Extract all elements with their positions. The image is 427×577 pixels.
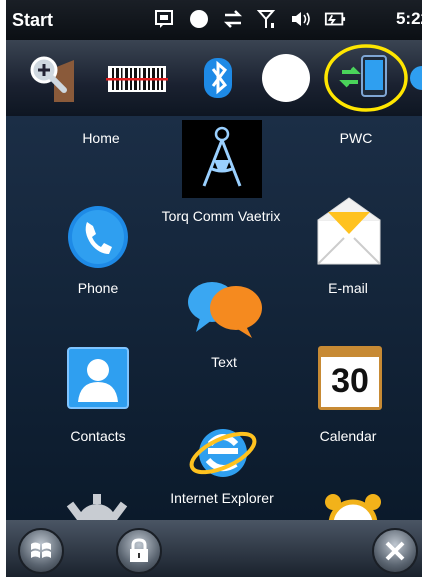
- gear-icon: [66, 494, 128, 520]
- record-icon[interactable]: [188, 8, 210, 30]
- tile-contacts[interactable]: Contacts: [58, 346, 138, 446]
- tile-pwc[interactable]: PWC: [316, 116, 396, 156]
- notification-icon[interactable]: [154, 8, 176, 30]
- circle-icon[interactable]: [258, 50, 314, 106]
- tile-text[interactable]: Text: [184, 278, 264, 378]
- bluetooth-icon[interactable]: [192, 50, 248, 106]
- tile-phone-label: Phone: [77, 280, 119, 296]
- app-grid: Home Torq Comm Vaetrix PWC Phone Text E-…: [6, 116, 422, 520]
- tile-pwc-label: PWC: [339, 130, 373, 146]
- calendar-day: 30: [331, 362, 369, 400]
- close-icon[interactable]: [372, 528, 418, 574]
- status-icons: [154, 8, 346, 30]
- battery-icon[interactable]: [324, 8, 346, 30]
- bottom-bar: [6, 520, 422, 577]
- tile-home-label: Home: [82, 130, 120, 146]
- tile-phone[interactable]: Phone: [58, 204, 138, 304]
- contact-icon: [67, 347, 129, 409]
- signal-icon[interactable]: [256, 8, 278, 30]
- compass-icon: [182, 120, 262, 198]
- phone-icon: [68, 206, 128, 268]
- quick-launch-toolbar: [6, 40, 422, 116]
- device-sync-icon[interactable]: [324, 44, 408, 112]
- tile-text-label: Text: [211, 354, 237, 370]
- tile-email[interactable]: E-mail: [308, 194, 388, 304]
- status-title[interactable]: Start: [12, 10, 53, 31]
- tile-torq-comm-vaetrix[interactable]: Torq Comm Vaetrix: [162, 120, 280, 230]
- volume-icon[interactable]: [290, 8, 312, 30]
- envelope-icon: [317, 197, 381, 265]
- status-bar: Start 5:22: [6, 0, 422, 40]
- zoom-icon[interactable]: [24, 50, 80, 106]
- calendar-icon: 30: [318, 346, 382, 410]
- tile-settings-partial[interactable]: [62, 494, 132, 520]
- tile-home[interactable]: Home: [46, 116, 156, 156]
- lock-icon[interactable]: [116, 528, 162, 574]
- status-time[interactable]: 5:22: [396, 9, 422, 29]
- tile-alarm-partial[interactable]: [318, 492, 388, 520]
- calendar-header: [321, 349, 379, 357]
- tile-internet-explorer[interactable]: Internet Explorer: [170, 420, 274, 520]
- tile-calendar[interactable]: 30 Calendar: [308, 346, 388, 446]
- messaging-icon: [188, 282, 262, 338]
- partial-icon[interactable]: [408, 50, 422, 106]
- internet-explorer-icon: [189, 429, 257, 477]
- tile-calendar-label: Calendar: [319, 428, 377, 444]
- tile-email-label: E-mail: [328, 280, 368, 296]
- tile-contacts-label: Contacts: [70, 428, 126, 444]
- barcode-scanner-icon[interactable]: [106, 50, 170, 106]
- phone-screen: Start 5:22: [6, 0, 422, 577]
- windows-start-icon[interactable]: [18, 528, 64, 574]
- tile-ie-label: Internet Explorer: [170, 490, 274, 506]
- alarm-clock-icon: [325, 494, 381, 520]
- data-sync-icon[interactable]: [222, 8, 244, 30]
- tile-torq-label: Torq Comm Vaetrix: [161, 208, 281, 224]
